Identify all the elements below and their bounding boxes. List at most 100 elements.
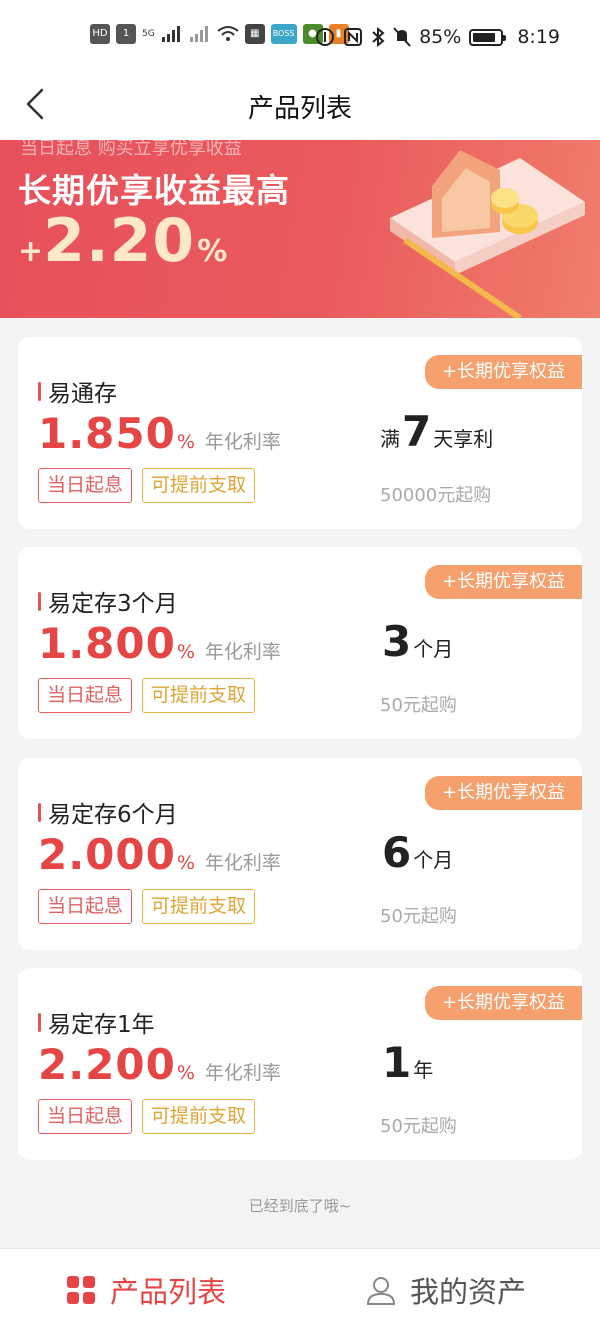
title-accent-bar <box>38 802 41 822</box>
end-of-list-note: 已经到底了哦~ <box>248 1197 352 1215</box>
product-title: 易定存1年 <box>38 1005 155 1039</box>
tab-assets[interactable]: 我的资产 <box>366 1269 526 1311</box>
early-withdraw-chip: 可提前支取 <box>142 468 256 503</box>
interest-rate: 1.850 % 年化利率 <box>38 409 281 458</box>
product-title: 易定存6个月 <box>38 795 178 829</box>
product-name: 易定存1年 <box>48 1012 155 1038</box>
min-purchase: 50000元起购 <box>380 485 492 506</box>
same-day-interest-chip: 当日起息 <box>38 889 133 924</box>
same-day-interest-chip: 当日起息 <box>38 1099 133 1134</box>
battery-icon <box>469 28 507 46</box>
tab-assets-label: 我的资产 <box>410 1275 527 1309</box>
page-title: 产品列表 <box>247 94 352 124</box>
feature-chips: 当日起息 可提前支取 <box>38 1099 256 1134</box>
title-accent-bar <box>38 1012 41 1032</box>
banner-subtext: 当日起息 购买立享优享收益 <box>20 140 242 159</box>
promo-banner[interactable]: 当日起息 购买立享优享收益 长期优享收益最高 + 2.20 % <box>0 140 600 318</box>
product-card[interactable]: +长期优享权益 易定存3个月 1.800 % 年化利率 当日起息 可提前支取 3… <box>18 547 582 739</box>
nav-bar: 产品列表 <box>0 70 600 140</box>
rate-value: 1.850 <box>38 409 176 458</box>
product-card[interactable]: +长期优享权益 易定存1年 2.200 % 年化利率 当日起息 可提前支取 1 … <box>18 968 582 1160</box>
signal-2-icon <box>189 26 208 42</box>
rate-unit: % <box>176 852 195 874</box>
product-name: 易定存6个月 <box>48 802 178 828</box>
term-info: 3 个月 <box>380 617 453 666</box>
min-purchase: 50元起购 <box>380 1116 457 1137</box>
wifi-icon <box>217 26 239 41</box>
interest-rate: 1.800 % 年化利率 <box>38 619 281 668</box>
rate-value: 2.200 <box>38 1040 176 1089</box>
banner-headline: 长期优享收益最高 <box>18 171 290 210</box>
rate-unit: % <box>176 1062 195 1084</box>
bottom-tab-bar: 产品列表 我的资产 <box>0 1248 600 1333</box>
rate-unit: % <box>176 431 195 453</box>
interest-rate: 2.200 % 年化利率 <box>38 1040 281 1089</box>
benefit-tag: +长期优享权益 <box>425 565 582 599</box>
term-value: 1 <box>382 1038 412 1087</box>
min-purchase: 50元起购 <box>380 906 457 927</box>
benefit-tag: +长期优享权益 <box>425 355 582 389</box>
product-name: 易定存3个月 <box>48 591 178 617</box>
term-value: 3 <box>382 617 412 666</box>
rate-value: 1.800 <box>38 619 176 668</box>
data-saver-icon <box>316 28 335 46</box>
status-right-icons: 85% 8:19 <box>315 26 560 48</box>
tab-products[interactable]: 产品列表 <box>66 1269 226 1311</box>
rate-label: 年化利率 <box>204 852 281 874</box>
mute-bell-icon <box>393 27 411 47</box>
term-value: 7 <box>402 407 432 456</box>
app-icon-1: ▦ <box>244 24 265 44</box>
network-label: 5G <box>142 29 155 39</box>
nfc-icon <box>344 28 363 46</box>
banner-rate: + 2.20 % <box>18 206 227 276</box>
same-day-interest-chip: 当日起息 <box>38 468 133 503</box>
term-suffix: 个月 <box>413 637 454 661</box>
sim-chip: 1 <box>116 24 136 44</box>
rate-label: 年化利率 <box>204 1062 281 1084</box>
product-card[interactable]: +长期优享权益 易定存6个月 2.000 % 年化利率 当日起息 可提前支取 6… <box>18 758 582 950</box>
early-withdraw-chip: 可提前支取 <box>142 1099 256 1134</box>
benefit-tag: +长期优享权益 <box>425 986 582 1020</box>
title-accent-bar <box>38 381 41 401</box>
grid-icon <box>67 1276 95 1304</box>
early-withdraw-chip: 可提前支取 <box>142 678 256 713</box>
battery-percent: 85% <box>419 26 462 48</box>
banner-rate-value: 2.20 <box>43 206 196 276</box>
term-info: 6 个月 <box>380 828 453 877</box>
early-withdraw-chip: 可提前支取 <box>142 889 256 924</box>
term-value: 6 <box>382 828 412 877</box>
clock: 8:19 <box>517 26 560 48</box>
status-left-icons: HD 1 5G ▦ BOSS ● ▮ <box>90 24 349 44</box>
same-day-interest-chip: 当日起息 <box>38 678 133 713</box>
hd-chip: HD <box>90 24 110 44</box>
term-suffix: 个月 <box>413 848 454 872</box>
title-accent-bar <box>38 591 41 611</box>
term-prefix: 满 <box>380 427 400 451</box>
term-suffix: 天享利 <box>433 427 494 451</box>
banner-rate-unit: % <box>197 234 228 269</box>
feature-chips: 当日起息 可提前支取 <box>38 678 256 713</box>
term-info: 1 年 <box>380 1038 433 1087</box>
min-purchase: 50元起购 <box>380 695 457 716</box>
phone-coins-illustration <box>390 150 585 318</box>
product-name: 易通存 <box>48 381 117 407</box>
battery-fill <box>473 32 496 42</box>
tab-products-label: 产品列表 <box>110 1275 227 1309</box>
benefit-tag: +长期优享权益 <box>425 776 582 810</box>
rate-unit: % <box>176 641 195 663</box>
boss-app-icon: BOSS <box>270 24 297 44</box>
rate-value: 2.000 <box>38 830 176 879</box>
rate-label: 年化利率 <box>204 431 281 453</box>
bluetooth-icon <box>372 27 385 47</box>
feature-chips: 当日起息 可提前支取 <box>38 889 256 924</box>
rate-label: 年化利率 <box>204 641 281 663</box>
term-info: 满 7 天享利 <box>380 407 493 456</box>
term-suffix: 年 <box>413 1058 434 1082</box>
product-title: 易通存 <box>38 374 117 408</box>
product-card[interactable]: +长期优享权益 易通存 1.850 % 年化利率 当日起息 可提前支取 满 7 … <box>18 337 582 529</box>
status-bar: HD 1 5G ▦ BOSS ● ▮ 85% 8:19 <box>0 0 600 70</box>
feature-chips: 当日起息 可提前支取 <box>38 468 256 503</box>
product-title: 易定存3个月 <box>38 584 178 618</box>
user-icon <box>366 1277 396 1305</box>
banner-rate-plus: + <box>18 234 44 269</box>
